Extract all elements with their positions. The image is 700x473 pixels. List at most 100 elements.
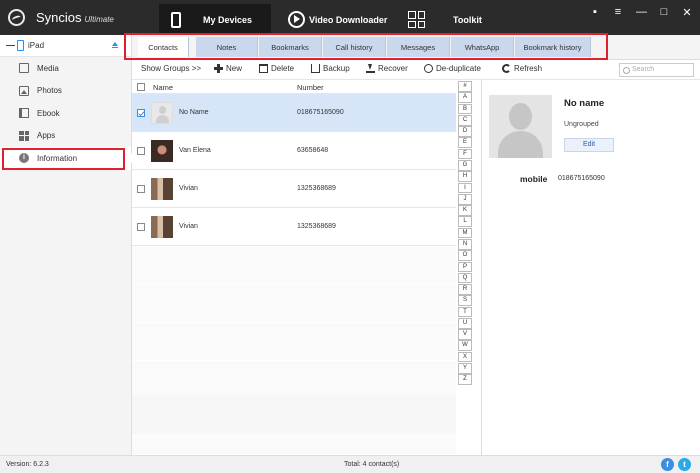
sidebar-item-ebook[interactable]: Ebook [0,102,131,125]
nav-video-downloader[interactable]: Video Downloader [286,4,398,35]
collapse-icon[interactable] [6,45,15,46]
plus-icon [214,64,223,73]
maximize-button[interactable]: □ [659,6,669,19]
alpha-index-item[interactable]: # [458,81,472,92]
alpha-index-item[interactable]: X [458,351,472,363]
ebook-icon [19,108,29,119]
alpha-index-item[interactable]: E [458,137,472,149]
backup-label: Backup [323,64,350,73]
alpha-index-item[interactable]: V [458,329,472,340]
alpha-index-item[interactable]: N [458,238,472,250]
table-row[interactable]: Vivian 1325368689 [132,170,456,208]
minimize-button[interactable]: — [636,6,647,19]
alpha-index-item[interactable]: A [458,92,472,103]
alpha-index-item[interactable]: T [458,306,472,318]
alpha-index-item[interactable]: Z [458,374,472,385]
recover-label: Recover [378,64,408,73]
backup-icon [311,64,320,73]
detail-group: Ungrouped [564,121,599,128]
recover-button[interactable]: Recover [366,64,408,73]
contact-number: 018675165090 [297,109,344,116]
row-checkbox[interactable] [137,185,145,193]
edit-button[interactable]: Edit [564,138,614,152]
row-checkbox[interactable] [137,223,145,231]
refresh-button[interactable]: Refresh [502,64,542,73]
contact-total: Total: 4 contact(s) [344,461,400,468]
media-icon [19,63,29,74]
alpha-index-item[interactable]: R [458,284,472,295]
version-text: Version: 6.2.3 [6,461,49,468]
sidebar-item-label: Apps [37,131,56,141]
deduplicate-button[interactable]: De-duplicate [424,64,481,73]
alpha-index-item[interactable]: B [458,103,472,115]
alpha-index-item[interactable]: C [458,114,472,126]
nav-my-devices[interactable]: My Devices [159,4,271,35]
alpha-index-item[interactable]: J [458,193,472,205]
alpha-index-item[interactable]: O [458,250,472,261]
toolbar: Show Groups >> New Delete Backup Recover… [132,60,700,80]
table-row[interactable]: No Name 018675165090 [132,94,456,132]
alpha-index-item[interactable]: K [458,205,472,216]
alpha-index-item[interactable]: P [458,261,472,273]
feedback-icon[interactable]: ▪ [590,6,600,19]
sidebar-item-photos[interactable]: Photos [0,80,131,103]
alpha-index-item[interactable]: H [458,171,472,182]
new-button[interactable]: New [214,64,242,73]
table-row[interactable]: Vivian 1325368689 [132,208,456,246]
contact-number: 1325368689 [297,223,336,230]
sidebar-item-media[interactable]: Media [0,57,131,80]
menu-icon[interactable]: ≡ [613,6,623,19]
highlight-box-information [2,148,125,170]
alpha-index-item[interactable]: L [458,216,472,228]
phone-icon [171,11,181,28]
app-title: Syncios Ultimate [36,10,114,25]
nav-toolkit-label: Toolkit [453,14,482,25]
contact-number: 1325368689 [297,185,336,192]
show-groups-label: Show Groups >> [141,64,202,73]
close-button[interactable]: ✕ [682,6,692,19]
row-checkbox[interactable] [137,109,145,117]
alpha-index-item[interactable]: D [458,126,472,137]
contact-avatar-large [489,95,552,158]
facebook-icon[interactable]: f [661,458,674,471]
row-checkbox[interactable] [137,147,145,155]
contact-avatar [151,102,173,124]
window-controls: ▪ ≡ — □ ✕ [590,6,692,19]
twitter-icon[interactable]: t [678,458,691,471]
empty-row-shade [132,396,456,434]
alpha-index-item[interactable]: F [458,148,472,160]
column-name[interactable]: Name [153,83,173,92]
alpha-index-item[interactable]: U [458,317,472,329]
alpha-index-item[interactable]: G [458,159,472,171]
nav-my-devices-label: My Devices [203,14,253,25]
deduplicate-icon [424,64,433,73]
delete-button[interactable]: Delete [259,64,294,73]
backup-button[interactable]: Backup [311,64,350,73]
alphabet-index: # A B C D E F G H I J K L M N O P Q R S … [458,81,472,386]
device-name: iPad [28,41,45,50]
alpha-index-item[interactable]: M [458,227,472,239]
alpha-index-item[interactable]: I [458,182,472,194]
highlight-box-tabs [124,33,608,60]
show-groups-button[interactable]: Show Groups >> [141,64,201,73]
eject-icon[interactable] [112,42,118,48]
search-input[interactable]: Search [619,63,694,77]
device-row[interactable]: iPad [0,35,131,57]
contact-number: 63658648 [297,147,329,154]
alpha-index-item[interactable]: W [458,340,472,352]
play-icon [288,11,305,28]
column-number[interactable]: Number [297,83,324,92]
contact-name: Van Elena [179,147,211,154]
select-all-checkbox[interactable] [137,83,145,91]
sidebar-item-label: Ebook [37,108,60,118]
alpha-index-item[interactable]: Y [458,363,472,374]
sidebar-item-label: Photos [37,86,62,96]
alpha-index-item[interactable]: S [458,295,472,307]
detail-field-value: 018675165090 [558,175,605,182]
sidebar: iPad Media Photos Ebook Apps i Informati… [0,35,132,455]
sidebar-item-apps[interactable]: Apps [0,125,131,148]
alpha-index-item[interactable]: Q [458,272,472,284]
table-row[interactable]: Van Elena 63658648 [132,132,456,170]
toolkit-grid-icon [408,11,425,28]
nav-toolkit[interactable]: Toolkit [406,4,518,35]
